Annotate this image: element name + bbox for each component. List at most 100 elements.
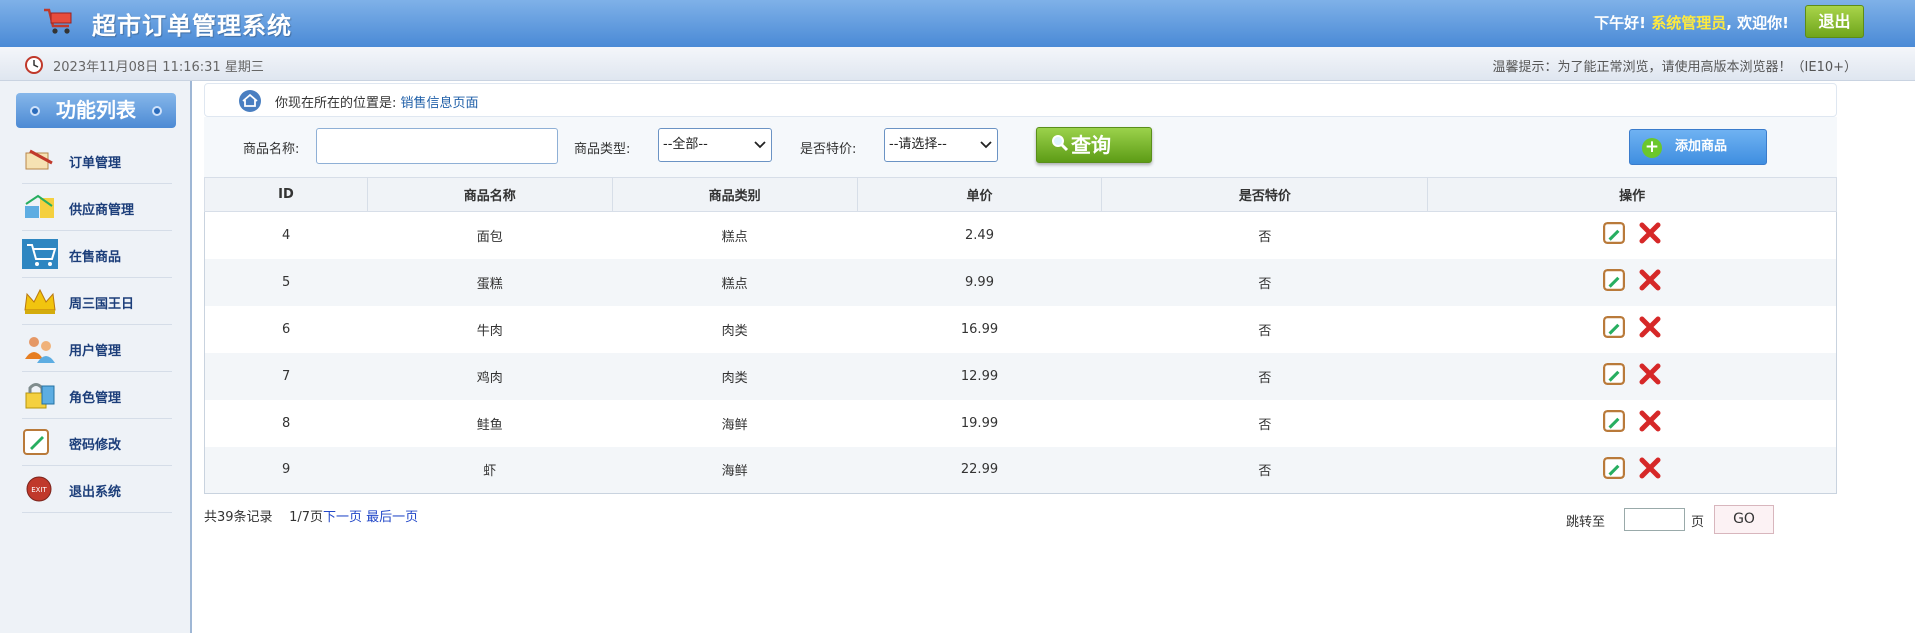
edit-icon[interactable]	[1602, 363, 1625, 385]
sidebar-item-suppliers[interactable]: 供应商管理	[22, 184, 172, 231]
add-product-label: 添加商品	[1675, 139, 1728, 154]
clock-icon	[25, 56, 43, 74]
cell-name: 鸡肉	[367, 352, 613, 400]
column-header: 单价	[856, 177, 1103, 212]
bullet-icon	[152, 106, 162, 116]
chevron-down-icon	[980, 141, 992, 149]
column-header: 商品名称	[366, 177, 613, 212]
sidebar-item-label: 密码修改	[69, 438, 122, 453]
cell-id: 4	[204, 211, 368, 259]
delete-icon[interactable]	[1639, 363, 1661, 385]
cell-category: 糕点	[612, 211, 858, 259]
special-price-selected: --请选择--	[889, 137, 947, 152]
cell-name: 蛋糕	[367, 258, 613, 306]
sidebar-item-king-day[interactable]: 周三国王日	[22, 278, 172, 325]
menu-title: 功能列表	[16, 93, 176, 128]
sidebar-item-exit[interactable]: EXIT 退出系统	[22, 466, 172, 513]
breadcrumb-prefix: 你现在所在的位置是:	[275, 96, 397, 111]
greeting-text: 下午好! 系统管理员, 欢迎你!	[1594, 12, 1789, 33]
cell-id: 5	[204, 258, 368, 306]
table-row: 7 鸡肉 肉类 12.99 否	[204, 352, 1837, 400]
cell-special: 否	[1101, 352, 1428, 400]
product-type-select[interactable]: --全部--	[658, 128, 772, 162]
cell-actions	[1427, 352, 1837, 400]
cell-id: 7	[204, 352, 368, 400]
sidebar-item-label: 退出系统	[69, 485, 122, 500]
cell-id: 8	[204, 399, 368, 447]
product-name-input[interactable]	[316, 128, 558, 164]
cell-special: 否	[1101, 258, 1428, 306]
user-role: 系统管理员	[1651, 14, 1727, 32]
status-bar: 2023年11月08日 11:16:31 星期三 温馨提示：为了能正常浏览，请使…	[0, 47, 1915, 81]
edit-icon[interactable]	[1602, 456, 1625, 479]
edit-icon[interactable]	[1602, 222, 1625, 245]
breadcrumb: 你现在所在的位置是: 销售信息页面	[204, 83, 1837, 117]
delete-icon[interactable]	[1639, 316, 1661, 338]
delete-icon[interactable]	[1639, 222, 1661, 244]
lock-icon	[25, 383, 55, 409]
column-header: 是否特价	[1101, 177, 1429, 212]
menu-title-label: 功能列表	[56, 98, 136, 122]
last-page-link[interactable]: 最后一页	[366, 510, 418, 525]
cell-actions	[1427, 211, 1837, 259]
search-filter-bar: 商品名称: 商品类型: --全部-- 是否特价: --请选择-- 查询 + 添加…	[204, 117, 1837, 177]
sidebar-item-label: 用户管理	[69, 344, 122, 359]
cell-special: 否	[1101, 211, 1428, 259]
pencil-icon	[23, 429, 49, 455]
cell-category: 海鲜	[612, 399, 858, 447]
pagination: 共39条记录 1/7页下一页 最后一页	[204, 506, 418, 525]
plus-icon: +	[1642, 138, 1662, 158]
cell-special: 否	[1101, 305, 1428, 353]
edit-icon[interactable]	[1602, 269, 1625, 291]
top-header: 超市订单管理系统 下午好! 系统管理员, 欢迎你! 退出	[0, 0, 1915, 47]
sidebar-item-roles[interactable]: 角色管理	[22, 372, 172, 419]
table-row: 6 牛肉 肉类 16.99 否	[204, 305, 1837, 353]
cell-actions	[1427, 399, 1837, 447]
go-button[interactable]: GO	[1714, 505, 1774, 534]
query-button-label: 查询	[1071, 133, 1111, 157]
welcome-text: , 欢迎你!	[1726, 14, 1789, 32]
cell-price: 12.99	[857, 352, 1102, 400]
sidebar-item-label: 供应商管理	[69, 203, 135, 218]
cart-icon	[22, 239, 58, 269]
edit-icon[interactable]	[1602, 410, 1625, 432]
cell-special: 否	[1101, 399, 1428, 447]
next-page-link[interactable]: 下一页	[323, 510, 362, 525]
cell-price: 16.99	[857, 305, 1102, 353]
sidebar-item-password[interactable]: 密码修改	[22, 419, 172, 466]
chevron-down-icon	[754, 141, 766, 149]
table-row: 8 鲑鱼 海鲜 19.99 否	[204, 399, 1837, 447]
supplier-icon	[25, 194, 54, 218]
edit-icon[interactable]	[1602, 316, 1625, 338]
add-product-button[interactable]: + 添加商品	[1629, 129, 1767, 165]
sidebar: 功能列表 订单管理 供应商管理 在售商品 周三国王日 用户管理 角色管理 密码修…	[0, 81, 192, 633]
breadcrumb-text: 你现在所在的位置是: 销售信息页面	[275, 92, 479, 111]
users-icon	[25, 337, 55, 363]
special-price-label: 是否特价:	[800, 142, 857, 157]
cell-actions	[1427, 446, 1837, 494]
table-header-row: ID 商品名称 商品类别 单价 是否特价 操作	[204, 177, 1837, 212]
column-header: 商品类别	[611, 177, 858, 212]
sidebar-item-label: 周三国王日	[69, 297, 135, 312]
sidebar-item-orders[interactable]: 订单管理	[22, 137, 172, 184]
jump-page-input[interactable]	[1624, 508, 1685, 531]
cell-price: 2.49	[857, 211, 1102, 259]
page-info: 1/7页	[289, 510, 324, 525]
search-icon	[1052, 135, 1069, 152]
delete-icon[interactable]	[1639, 410, 1661, 432]
cell-price: 19.99	[857, 399, 1102, 447]
home-icon	[239, 90, 261, 112]
sidebar-item-users[interactable]: 用户管理	[22, 325, 172, 372]
order-icon	[25, 149, 53, 170]
delete-icon[interactable]	[1639, 457, 1661, 479]
delete-icon[interactable]	[1639, 269, 1661, 291]
logout-button[interactable]: 退出	[1805, 5, 1864, 38]
sidebar-item-label: 订单管理	[69, 156, 122, 171]
special-price-select[interactable]: --请选择--	[884, 128, 998, 162]
sidebar-item-products[interactable]: 在售商品	[22, 231, 172, 278]
crown-icon	[24, 288, 56, 314]
query-button[interactable]: 查询	[1036, 127, 1152, 163]
jump-label: 跳转至	[1566, 515, 1606, 530]
svg-text:EXIT: EXIT	[31, 486, 47, 494]
table-row: 9 虾海鲜 22.99 否	[204, 446, 1837, 494]
